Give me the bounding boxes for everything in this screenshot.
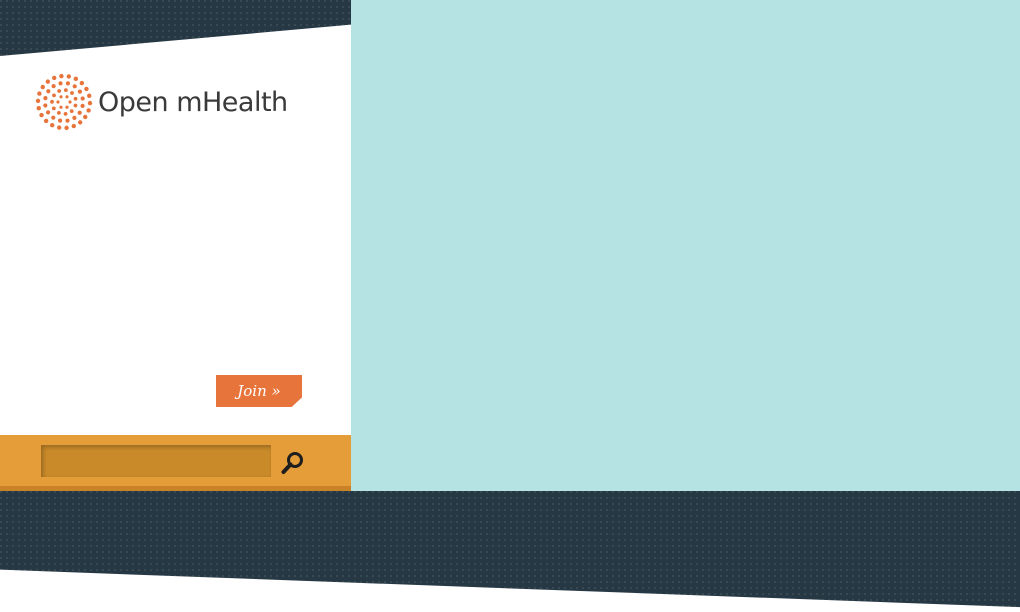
- logo-dot: [37, 91, 42, 96]
- logo-dot: [46, 89, 51, 94]
- logo-dot: [80, 103, 85, 109]
- search-bar: [0, 435, 351, 491]
- logo-dot: [77, 110, 82, 115]
- logo-dot: [39, 112, 44, 118]
- logo-dot: [83, 114, 88, 120]
- site-logo[interactable]: Open mHealth: [34, 70, 304, 134]
- logo-dot: [51, 106, 56, 111]
- bottom-decorative-band: [0, 491, 1020, 608]
- logo-dot: [40, 84, 45, 90]
- magnifier-icon: [281, 452, 303, 474]
- hero-area: [351, 0, 1020, 491]
- logo-dot: [52, 93, 56, 98]
- logo-dot: [65, 105, 69, 109]
- logo-dot: [58, 81, 63, 86]
- logo-dot: [73, 76, 79, 82]
- logo-dot: [72, 115, 77, 121]
- logo-dot: [77, 89, 83, 94]
- logo-dot: [36, 106, 41, 111]
- sunburst-dots-icon: [35, 73, 93, 131]
- logo-dot: [68, 100, 72, 104]
- logo-dot: [59, 73, 64, 79]
- logo-dot: [71, 123, 76, 129]
- logo-dot: [57, 118, 63, 123]
- join-button[interactable]: Join »: [216, 375, 302, 407]
- logo-dot: [51, 83, 56, 89]
- logo-dot: [57, 89, 62, 93]
- logo-dot: [84, 86, 89, 92]
- logo-dot: [49, 122, 55, 128]
- search-input[interactable]: [41, 445, 271, 477]
- logo-dot: [56, 125, 62, 130]
- search-button[interactable]: [278, 448, 308, 478]
- logo-dot: [86, 108, 91, 113]
- logo-dot: [66, 74, 72, 79]
- logo-dot: [79, 80, 85, 86]
- logo-dot: [87, 100, 93, 106]
- logo-dot: [80, 96, 85, 101]
- logo-dot: [65, 81, 71, 86]
- logo-dot: [43, 103, 48, 108]
- logo-dot: [77, 120, 83, 125]
- logo-dot: [50, 99, 54, 104]
- logo-dot: [63, 112, 68, 116]
- logo-dot: [59, 105, 63, 109]
- logo-dot: [87, 93, 92, 98]
- logo-dot: [69, 109, 74, 114]
- logo-dot: [65, 118, 70, 123]
- logo-dot: [70, 91, 74, 95]
- logo-dot: [56, 100, 60, 104]
- logo-dot: [73, 103, 78, 108]
- logo-dot: [65, 95, 69, 99]
- logo-dot: [52, 75, 57, 81]
- logo-dot: [56, 110, 61, 115]
- logo-dot: [35, 98, 41, 104]
- logo-dot: [63, 88, 68, 93]
- logo-dot: [64, 125, 69, 131]
- logo-dot: [59, 95, 63, 99]
- logo-dot: [72, 84, 77, 89]
- logo-dot: [45, 79, 51, 84]
- brand-name: Open mHealth: [98, 86, 288, 118]
- logo-dot: [73, 96, 78, 101]
- logo-dot: [43, 95, 48, 101]
- logo-dot: [51, 115, 56, 120]
- logo-dot: [45, 110, 51, 115]
- logo-dot: [43, 118, 49, 124]
